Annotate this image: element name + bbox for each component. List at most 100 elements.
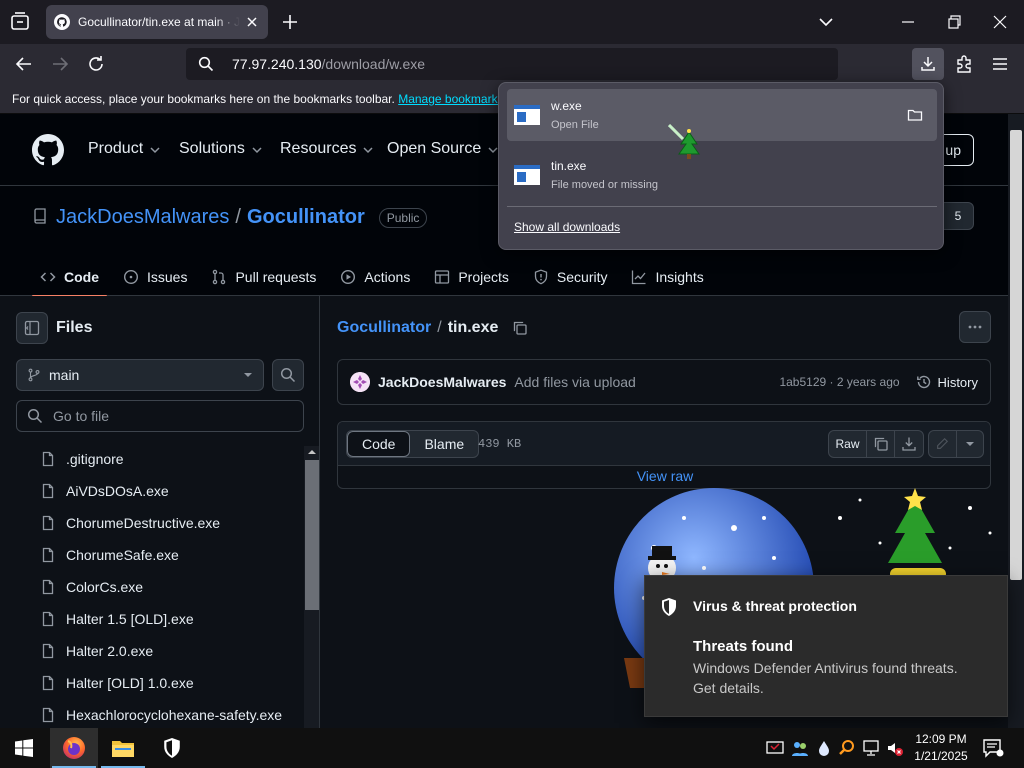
- github-logo-icon[interactable]: [32, 134, 64, 166]
- download-item-tin-exe[interactable]: tin.exe File moved or missing: [507, 149, 937, 201]
- visibility-badge: Public: [378, 207, 428, 228]
- pencil-icon: [937, 437, 949, 449]
- url-path: /download/w.exe: [321, 56, 426, 72]
- close-tab-icon[interactable]: [244, 14, 260, 30]
- restore-window-icon[interactable]: [944, 12, 964, 32]
- edit-options-button[interactable]: [957, 431, 984, 457]
- taskbar-firefox[interactable]: [50, 728, 98, 768]
- copy-icon[interactable]: [512, 320, 528, 336]
- file-name: ChorumeSafe.exe: [66, 547, 179, 563]
- history-label: History: [937, 374, 978, 390]
- file-item[interactable]: Halter 1.5 [OLD].exe: [32, 603, 300, 635]
- raw-button[interactable]: Raw: [829, 431, 867, 457]
- commit-message-link[interactable]: Add files via upload: [514, 374, 779, 390]
- back-arrow-icon[interactable]: [14, 54, 34, 74]
- view-raw-link[interactable]: View raw: [338, 468, 990, 484]
- chevron-down-icon[interactable]: [816, 12, 836, 32]
- people-tray-icon[interactable]: [791, 739, 809, 757]
- tab-security[interactable]: Security: [525, 258, 616, 296]
- volume-muted-tray-icon[interactable]: [886, 739, 904, 757]
- go-to-file-input[interactable]: [53, 408, 293, 424]
- copy-raw-button[interactable]: [867, 431, 895, 457]
- tab-code[interactable]: Code: [32, 258, 107, 297]
- taskbar-windows-security[interactable]: [148, 728, 196, 768]
- repo-icon: [34, 208, 46, 224]
- taskbar-clock[interactable]: 12:09 PM 1/21/2025: [910, 731, 972, 765]
- file-name: Halter 2.0.exe: [66, 643, 154, 659]
- code-view-button[interactable]: Code: [347, 431, 411, 457]
- screen-tray-icon[interactable]: [766, 739, 784, 757]
- nav-open-source[interactable]: Open Source: [387, 140, 499, 158]
- folder-icon: [112, 741, 134, 757]
- download-item-w-exe[interactable]: w.exe Open File: [507, 89, 937, 141]
- collapse-sidebar-button[interactable]: [16, 312, 48, 344]
- breadcrumb-repo-link[interactable]: Gocullinator: [337, 319, 431, 337]
- edit-file-button[interactable]: [929, 431, 957, 457]
- file-item[interactable]: ChorumeDestructive.exe: [32, 507, 300, 539]
- commit-author-link[interactable]: JackDoesMalwares: [378, 374, 506, 390]
- caret-down-icon: [965, 442, 974, 446]
- avatar[interactable]: [350, 372, 370, 392]
- network-tray-icon[interactable]: [862, 739, 880, 757]
- sidebar-scrollbar[interactable]: [304, 446, 319, 728]
- tab-projects[interactable]: Projects: [426, 258, 517, 296]
- bookmarks-hint: For quick access, place your bookmarks h…: [12, 92, 395, 106]
- branch-selector[interactable]: main: [16, 359, 264, 391]
- address-bar[interactable]: 77.97.240.130/download/w.exe: [186, 48, 838, 80]
- taskbar-file-explorer[interactable]: [99, 728, 147, 768]
- go-to-file-field[interactable]: [16, 400, 304, 432]
- tab-issues[interactable]: Issues: [115, 258, 195, 296]
- minimize-window-icon[interactable]: [898, 12, 918, 32]
- folder-icon[interactable]: [907, 107, 923, 123]
- download-status: File moved or missing: [551, 179, 658, 191]
- extensions-puzzle-icon[interactable]: [954, 54, 974, 74]
- repo-name-link[interactable]: Gocullinator: [247, 206, 365, 229]
- show-all-downloads-link[interactable]: Show all downloads: [514, 220, 620, 234]
- file-item[interactable]: ChorumeSafe.exe: [32, 539, 300, 571]
- history-button[interactable]: History: [916, 374, 978, 390]
- reload-icon[interactable]: [86, 54, 106, 74]
- page-scroll-thumb[interactable]: [1010, 130, 1022, 580]
- nav-resources[interactable]: Resources: [280, 140, 374, 158]
- scroll-up-arrow-icon[interactable]: [308, 448, 316, 456]
- file-item[interactable]: Hexachlorocyclohexane-safety.exe: [32, 699, 300, 728]
- download-raw-button[interactable]: [895, 431, 923, 457]
- file-item[interactable]: AiVDsDOsA.exe: [32, 475, 300, 507]
- download-file-name: tin.exe: [551, 159, 587, 173]
- forward-arrow-icon[interactable]: [50, 54, 70, 74]
- action-center-icon[interactable]: [982, 738, 1004, 758]
- blame-view-button[interactable]: Blame: [410, 431, 478, 457]
- hamburger-menu-icon[interactable]: [990, 54, 1010, 74]
- browser-tab-active[interactable]: Gocullinator/tin.exe at main · JackDoesM…: [46, 5, 268, 39]
- file-item[interactable]: .gitignore: [32, 443, 300, 475]
- tab-pull-requests[interactable]: Pull requests: [203, 258, 324, 296]
- file-item[interactable]: ColorCs.exe: [32, 571, 300, 603]
- repo-owner-link[interactable]: JackDoesMalwares: [56, 206, 229, 229]
- sidebar-scroll-thumb[interactable]: [305, 460, 319, 610]
- screen: Gocullinator/tin.exe at main · JackDoesM…: [0, 0, 1024, 768]
- page-scrollbar[interactable]: [1008, 114, 1024, 728]
- magnifier-tray-icon[interactable]: [838, 739, 856, 757]
- nav-product[interactable]: Product: [88, 140, 161, 158]
- file-icon: [42, 451, 54, 467]
- close-window-icon[interactable]: [990, 12, 1010, 32]
- tab-insights[interactable]: Insights: [623, 258, 711, 296]
- nav-product-label: Product: [88, 140, 144, 157]
- tab-pull-requests-label: Pull requests: [235, 269, 317, 285]
- defender-notification-toast[interactable]: Virus & threat protection Threats found …: [644, 575, 1008, 717]
- downloads-button[interactable]: [912, 48, 944, 80]
- search-icon: [27, 408, 43, 424]
- tab-actions[interactable]: Actions: [332, 258, 418, 296]
- nav-solutions[interactable]: Solutions: [179, 140, 263, 158]
- more-options-button[interactable]: [959, 311, 991, 343]
- tab-list-icon[interactable]: [8, 10, 32, 34]
- search-files-button[interactable]: [272, 359, 304, 391]
- droplet-tray-icon[interactable]: [815, 739, 833, 757]
- shield-icon: [662, 598, 676, 616]
- start-button[interactable]: [0, 728, 48, 768]
- new-tab-icon[interactable]: [280, 12, 300, 32]
- file-item[interactable]: Halter [OLD] 1.0.exe: [32, 667, 300, 699]
- file-item[interactable]: Halter 2.0.exe: [32, 635, 300, 667]
- file-icon: [42, 579, 54, 595]
- commit-meta[interactable]: 1ab5129 · 2 years ago: [779, 375, 899, 389]
